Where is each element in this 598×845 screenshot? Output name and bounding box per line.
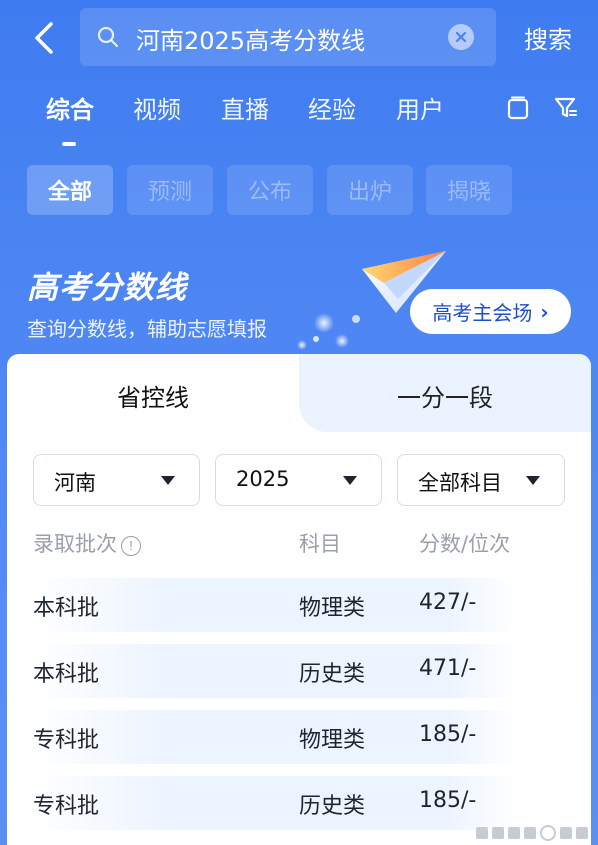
caret-down-icon <box>343 476 357 485</box>
active-tab-indicator <box>62 142 76 146</box>
table-row[interactable]: 本科批 物理类 427/- <box>7 572 591 638</box>
caret-down-icon <box>526 476 540 485</box>
filter-chips: 全部 预测 公布 出炉 揭晓 <box>0 165 598 217</box>
clear-search-button[interactable] <box>448 24 474 50</box>
tab-video[interactable]: 视频 <box>133 90 181 125</box>
watermark <box>472 817 592 843</box>
clear-icon <box>455 31 467 43</box>
back-button[interactable] <box>26 20 62 56</box>
header-subject: 科目 <box>299 532 341 556</box>
caret-down-icon <box>161 476 175 485</box>
segment-control: 省控线 一分一段 <box>7 354 591 432</box>
chip-revealed[interactable]: 揭晓 <box>426 165 512 215</box>
chip-all[interactable]: 全部 <box>27 165 113 215</box>
hero-title: 高考分数线 <box>27 270 187 306</box>
row-batch: 专科批 <box>33 728 100 753</box>
search-icon <box>97 26 119 48</box>
table-row[interactable]: 专科批 物理类 185/- <box>7 704 591 770</box>
segment-score-rank[interactable]: 一分一段 <box>397 378 493 413</box>
score-card: 省控线 一分一段 河南 2025 全部科目 录取批次! 科目 分数/位次 本科批… <box>7 354 591 845</box>
gaokao-main-venue-button[interactable]: 高考主会场 › <box>410 289 571 334</box>
row-subject: 物理类 <box>299 728 366 753</box>
top-bar: 搜索 <box>0 0 598 78</box>
year-select-value: 2025 <box>236 467 290 491</box>
year-select[interactable]: 2025 <box>215 454 382 506</box>
search-input[interactable] <box>134 16 438 60</box>
row-score: 471/- <box>419 656 477 681</box>
province-select[interactable]: 河南 <box>33 454 200 506</box>
chevron-right-icon: › <box>540 299 549 324</box>
copy-button[interactable] <box>504 94 532 122</box>
filter-button[interactable] <box>552 94 580 122</box>
tab-experience[interactable]: 经验 <box>308 90 356 125</box>
chip-predict[interactable]: 预测 <box>127 165 213 215</box>
table-row[interactable]: 本科批 历史类 471/- <box>7 638 591 704</box>
chip-published[interactable]: 公布 <box>227 165 313 215</box>
header-score: 分数/位次 <box>419 532 511 556</box>
chevron-left-icon <box>35 22 53 54</box>
row-score: 427/- <box>419 590 477 615</box>
subject-select[interactable]: 全部科目 <box>397 454 565 506</box>
row-batch: 本科批 <box>33 662 100 687</box>
info-icon[interactable]: ! <box>121 536 141 556</box>
row-subject: 历史类 <box>299 662 366 687</box>
watermark-logo-icon <box>476 825 588 841</box>
table-header: 录取批次! 科目 分数/位次 <box>7 524 591 564</box>
chip-released[interactable]: 出炉 <box>327 165 413 215</box>
tab-comprehensive[interactable]: 综合 <box>46 90 94 125</box>
row-subject: 物理类 <box>299 596 366 621</box>
gaokao-main-venue-label: 高考主会场 <box>432 301 533 325</box>
row-score: 185/- <box>419 788 477 813</box>
search-button[interactable]: 搜索 <box>524 20 572 55</box>
hero-subtitle: 查询分数线，辅助志愿填报 <box>27 317 267 341</box>
header-batch: 录取批次! <box>33 528 141 558</box>
content-tabs: 综合 视频 直播 经验 用户 <box>0 90 598 150</box>
copy-icon <box>507 96 529 120</box>
row-subject: 历史类 <box>299 794 366 819</box>
tab-live[interactable]: 直播 <box>221 90 269 125</box>
row-batch: 本科批 <box>33 596 100 621</box>
row-batch: 专科批 <box>33 794 100 819</box>
row-score: 185/- <box>419 722 477 747</box>
filter-dropdowns: 河南 2025 全部科目 <box>33 454 567 508</box>
search-box[interactable] <box>80 8 496 66</box>
segment-provincial-line[interactable]: 省控线 <box>117 378 189 413</box>
header-batch-label: 录取批次 <box>33 532 117 556</box>
filter-icon <box>554 97 577 118</box>
province-select-value: 河南 <box>54 471 96 495</box>
subject-select-value: 全部科目 <box>418 471 502 495</box>
tab-users[interactable]: 用户 <box>396 90 444 125</box>
